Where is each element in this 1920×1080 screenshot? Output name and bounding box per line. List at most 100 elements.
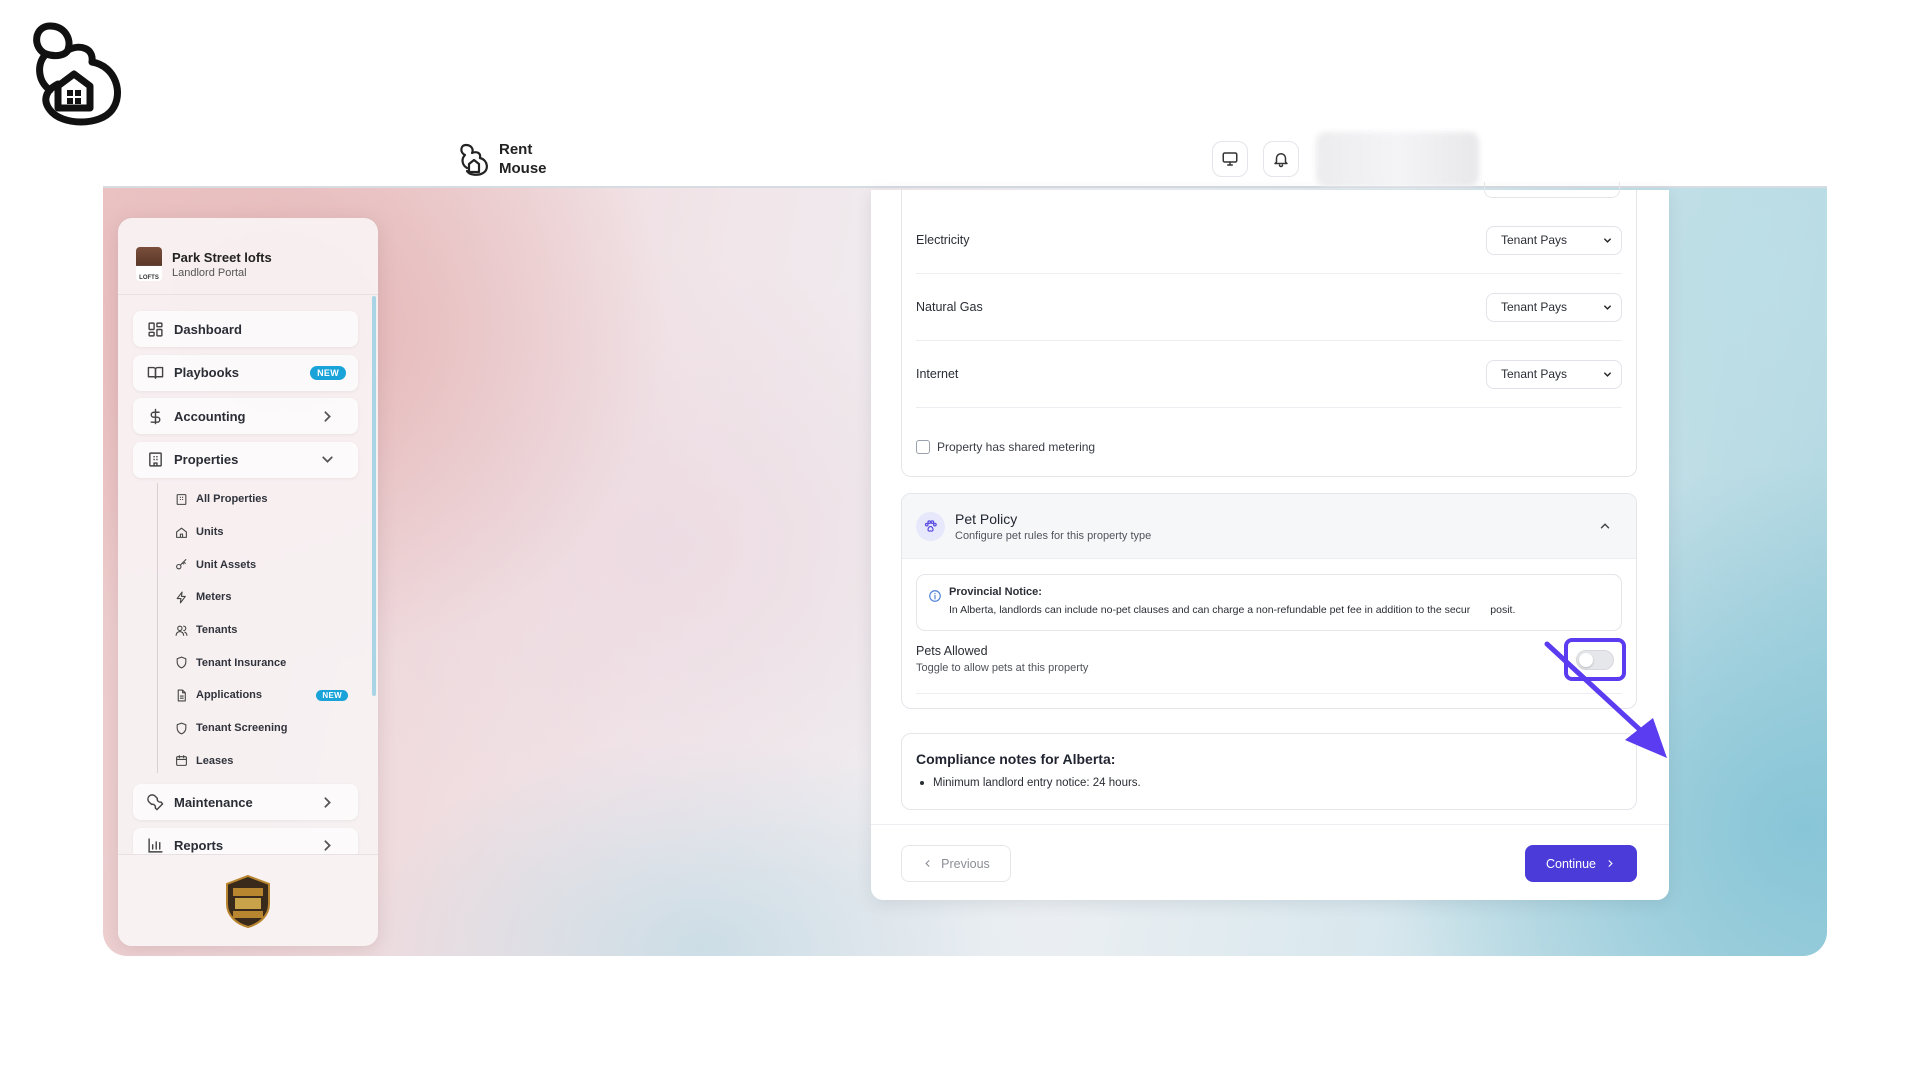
notice-text-main: In Alberta, landlords can include no-pet… bbox=[949, 604, 1471, 616]
utility-row-internet: Internet Tenant Pays bbox=[916, 341, 1622, 408]
subitem-label: Tenant Screening bbox=[196, 722, 288, 735]
subitem-label: Tenants bbox=[196, 624, 238, 637]
app-logo[interactable]: Rent Mouse bbox=[459, 140, 559, 178]
book-icon bbox=[147, 366, 164, 379]
subitem-label: All Properties bbox=[196, 493, 268, 506]
building-icon bbox=[149, 452, 162, 467]
chevron-right-icon bbox=[324, 840, 331, 851]
continue-button[interactable]: Continue bbox=[1525, 845, 1637, 882]
compliance-note: Minimum landlord entry notice: 24 hours. bbox=[916, 777, 1622, 789]
provincial-notice: Provincial Notice: In Alberta, landlords… bbox=[916, 574, 1622, 631]
document-icon bbox=[177, 689, 186, 702]
electricity-select[interactable]: Tenant Pays bbox=[1486, 225, 1622, 255]
pets-allowed-description: Toggle to allow pets at this property bbox=[916, 662, 1089, 674]
chevron-down-icon bbox=[1604, 304, 1611, 310]
app-screenshot-frame: Rent Mouse Park Street lofts Landlord Po… bbox=[103, 128, 1827, 956]
pets-allowed-row: Pets Allowed Toggle to allow pets at thi… bbox=[916, 638, 1626, 694]
internet-select[interactable]: Tenant Pays bbox=[1486, 359, 1622, 389]
natural-gas-select[interactable]: Tenant Pays bbox=[1486, 292, 1622, 322]
sidebar-scrollbar[interactable] bbox=[372, 296, 376, 696]
bell-icon bbox=[1274, 153, 1288, 168]
bar-chart-icon bbox=[148, 838, 163, 853]
sidebar-item-label: Maintenance bbox=[174, 794, 253, 810]
sidebar-subitem-tenant-insurance[interactable]: Tenant Insurance bbox=[163, 646, 358, 679]
sidebar-subitem-meters[interactable]: Meters bbox=[163, 581, 358, 614]
sidebar-subitem-tenants[interactable]: Tenants bbox=[163, 614, 358, 647]
user-profile-menu[interactable] bbox=[1316, 132, 1479, 186]
sidebar-item-maintenance[interactable]: Maintenance bbox=[133, 784, 358, 821]
wrench-icon bbox=[147, 793, 164, 810]
monitor-icon bbox=[1222, 152, 1238, 166]
chevron-up-icon[interactable] bbox=[1598, 519, 1612, 533]
dashboard-icon bbox=[148, 321, 163, 337]
subitem-label: Tenant Insurance bbox=[196, 656, 287, 669]
sidebar: Park Street lofts Landlord Portal Dashbo… bbox=[118, 218, 378, 946]
display-button[interactable] bbox=[1212, 141, 1248, 177]
sidebar-item-label: Playbooks bbox=[174, 365, 240, 380]
sidebar-item-dashboard[interactable]: Dashboard bbox=[133, 311, 358, 347]
sidebar-subitem-leases[interactable]: Leases bbox=[163, 745, 358, 778]
sidebar-subitem-tenant-screening[interactable]: Tenant Screening bbox=[163, 712, 358, 745]
sidebar-subitem-applications[interactable]: Applications NEW bbox=[163, 679, 358, 712]
shield-icon bbox=[176, 656, 187, 669]
subitem-label: Meters bbox=[196, 591, 232, 604]
toggle-highlight bbox=[1564, 638, 1626, 681]
notice-title: Provincial Notice: bbox=[949, 586, 1042, 598]
chevron-down-icon bbox=[1604, 371, 1611, 377]
pro-founding-member-badge bbox=[226, 874, 270, 928]
dollar-icon bbox=[150, 408, 161, 424]
top-bar: Rent Mouse bbox=[103, 128, 1827, 188]
pet-policy-title: Pet Policy bbox=[955, 510, 1018, 527]
pets-allowed-toggle[interactable] bbox=[1576, 649, 1614, 670]
shield-icon bbox=[176, 722, 187, 735]
property-setup-card: Electricity Tenant Pays Natural Gas Tena… bbox=[871, 182, 1669, 900]
new-badge: NEW bbox=[316, 689, 348, 701]
sidebar-item-label: Dashboard bbox=[174, 321, 242, 337]
sidebar-item-label: Properties bbox=[174, 452, 239, 467]
utility-label: Electricity bbox=[916, 233, 970, 247]
utility-label: Internet bbox=[916, 367, 959, 381]
sidebar-subitem-all-properties[interactable]: All Properties bbox=[163, 483, 358, 516]
sidebar-subitem-unit-assets[interactable]: Unit Assets bbox=[163, 548, 358, 581]
utility-row-natural-gas: Natural Gas Tenant Pays bbox=[916, 274, 1622, 341]
continue-label: Continue bbox=[1545, 856, 1597, 871]
utilities-section: Electricity Tenant Pays Natural Gas Tena… bbox=[901, 182, 1637, 477]
subitem-label: Units bbox=[196, 526, 224, 539]
pet-policy-section: Pet Policy Configure pet rules for this … bbox=[901, 493, 1637, 709]
sidebar-item-properties[interactable]: Properties bbox=[133, 441, 358, 478]
select-value: Tenant Pays bbox=[1501, 233, 1568, 247]
footer-divider bbox=[871, 824, 1669, 825]
sidebar-item-label: Reports bbox=[174, 838, 224, 854]
notice-text-tail: posit. bbox=[1490, 604, 1516, 616]
shared-metering-label: Property has shared metering bbox=[937, 440, 1096, 454]
org-switcher[interactable]: Park Street lofts Landlord Portal bbox=[118, 218, 378, 295]
pet-policy-header[interactable]: Pet Policy Configure pet rules for this … bbox=[902, 494, 1636, 559]
previous-utility-select[interactable] bbox=[1484, 182, 1620, 198]
new-badge: NEW bbox=[310, 365, 346, 380]
select-value: Tenant Pays bbox=[1501, 367, 1568, 381]
previous-button[interactable]: Previous bbox=[901, 845, 1011, 882]
chevron-right-icon bbox=[324, 797, 331, 808]
sidebar-item-playbooks[interactable]: Playbooks NEW bbox=[133, 354, 358, 391]
info-icon bbox=[929, 590, 941, 602]
notifications-button[interactable] bbox=[1263, 141, 1299, 177]
sidebar-footer bbox=[118, 854, 378, 946]
notice-text: In Alberta, landlords can include no-pet… bbox=[949, 604, 1609, 616]
paw-icon bbox=[916, 511, 945, 541]
chevron-right-icon bbox=[324, 410, 331, 422]
sidebar-item-accounting[interactable]: Accounting bbox=[133, 398, 358, 434]
compliance-title: Compliance notes for Alberta: bbox=[916, 751, 1116, 767]
sidebar-subitem-units[interactable]: Units bbox=[163, 516, 358, 549]
select-value: Tenant Pays bbox=[1501, 300, 1568, 314]
chevron-right-icon bbox=[1608, 860, 1613, 867]
brand-name: Rent Mouse bbox=[499, 141, 547, 177]
users-icon bbox=[175, 625, 188, 636]
building-icon bbox=[176, 493, 187, 505]
pet-policy-subtitle: Configure pet rules for this property ty… bbox=[955, 529, 1152, 542]
org-subtitle: Landlord Portal bbox=[172, 266, 247, 279]
pets-allowed-label: Pets Allowed bbox=[916, 644, 988, 658]
compliance-notes: Compliance notes for Alberta: Minimum la… bbox=[901, 733, 1637, 810]
previous-label: Previous bbox=[941, 856, 990, 871]
org-name: Park Street lofts bbox=[172, 249, 272, 265]
shared-metering-checkbox[interactable] bbox=[916, 440, 930, 454]
